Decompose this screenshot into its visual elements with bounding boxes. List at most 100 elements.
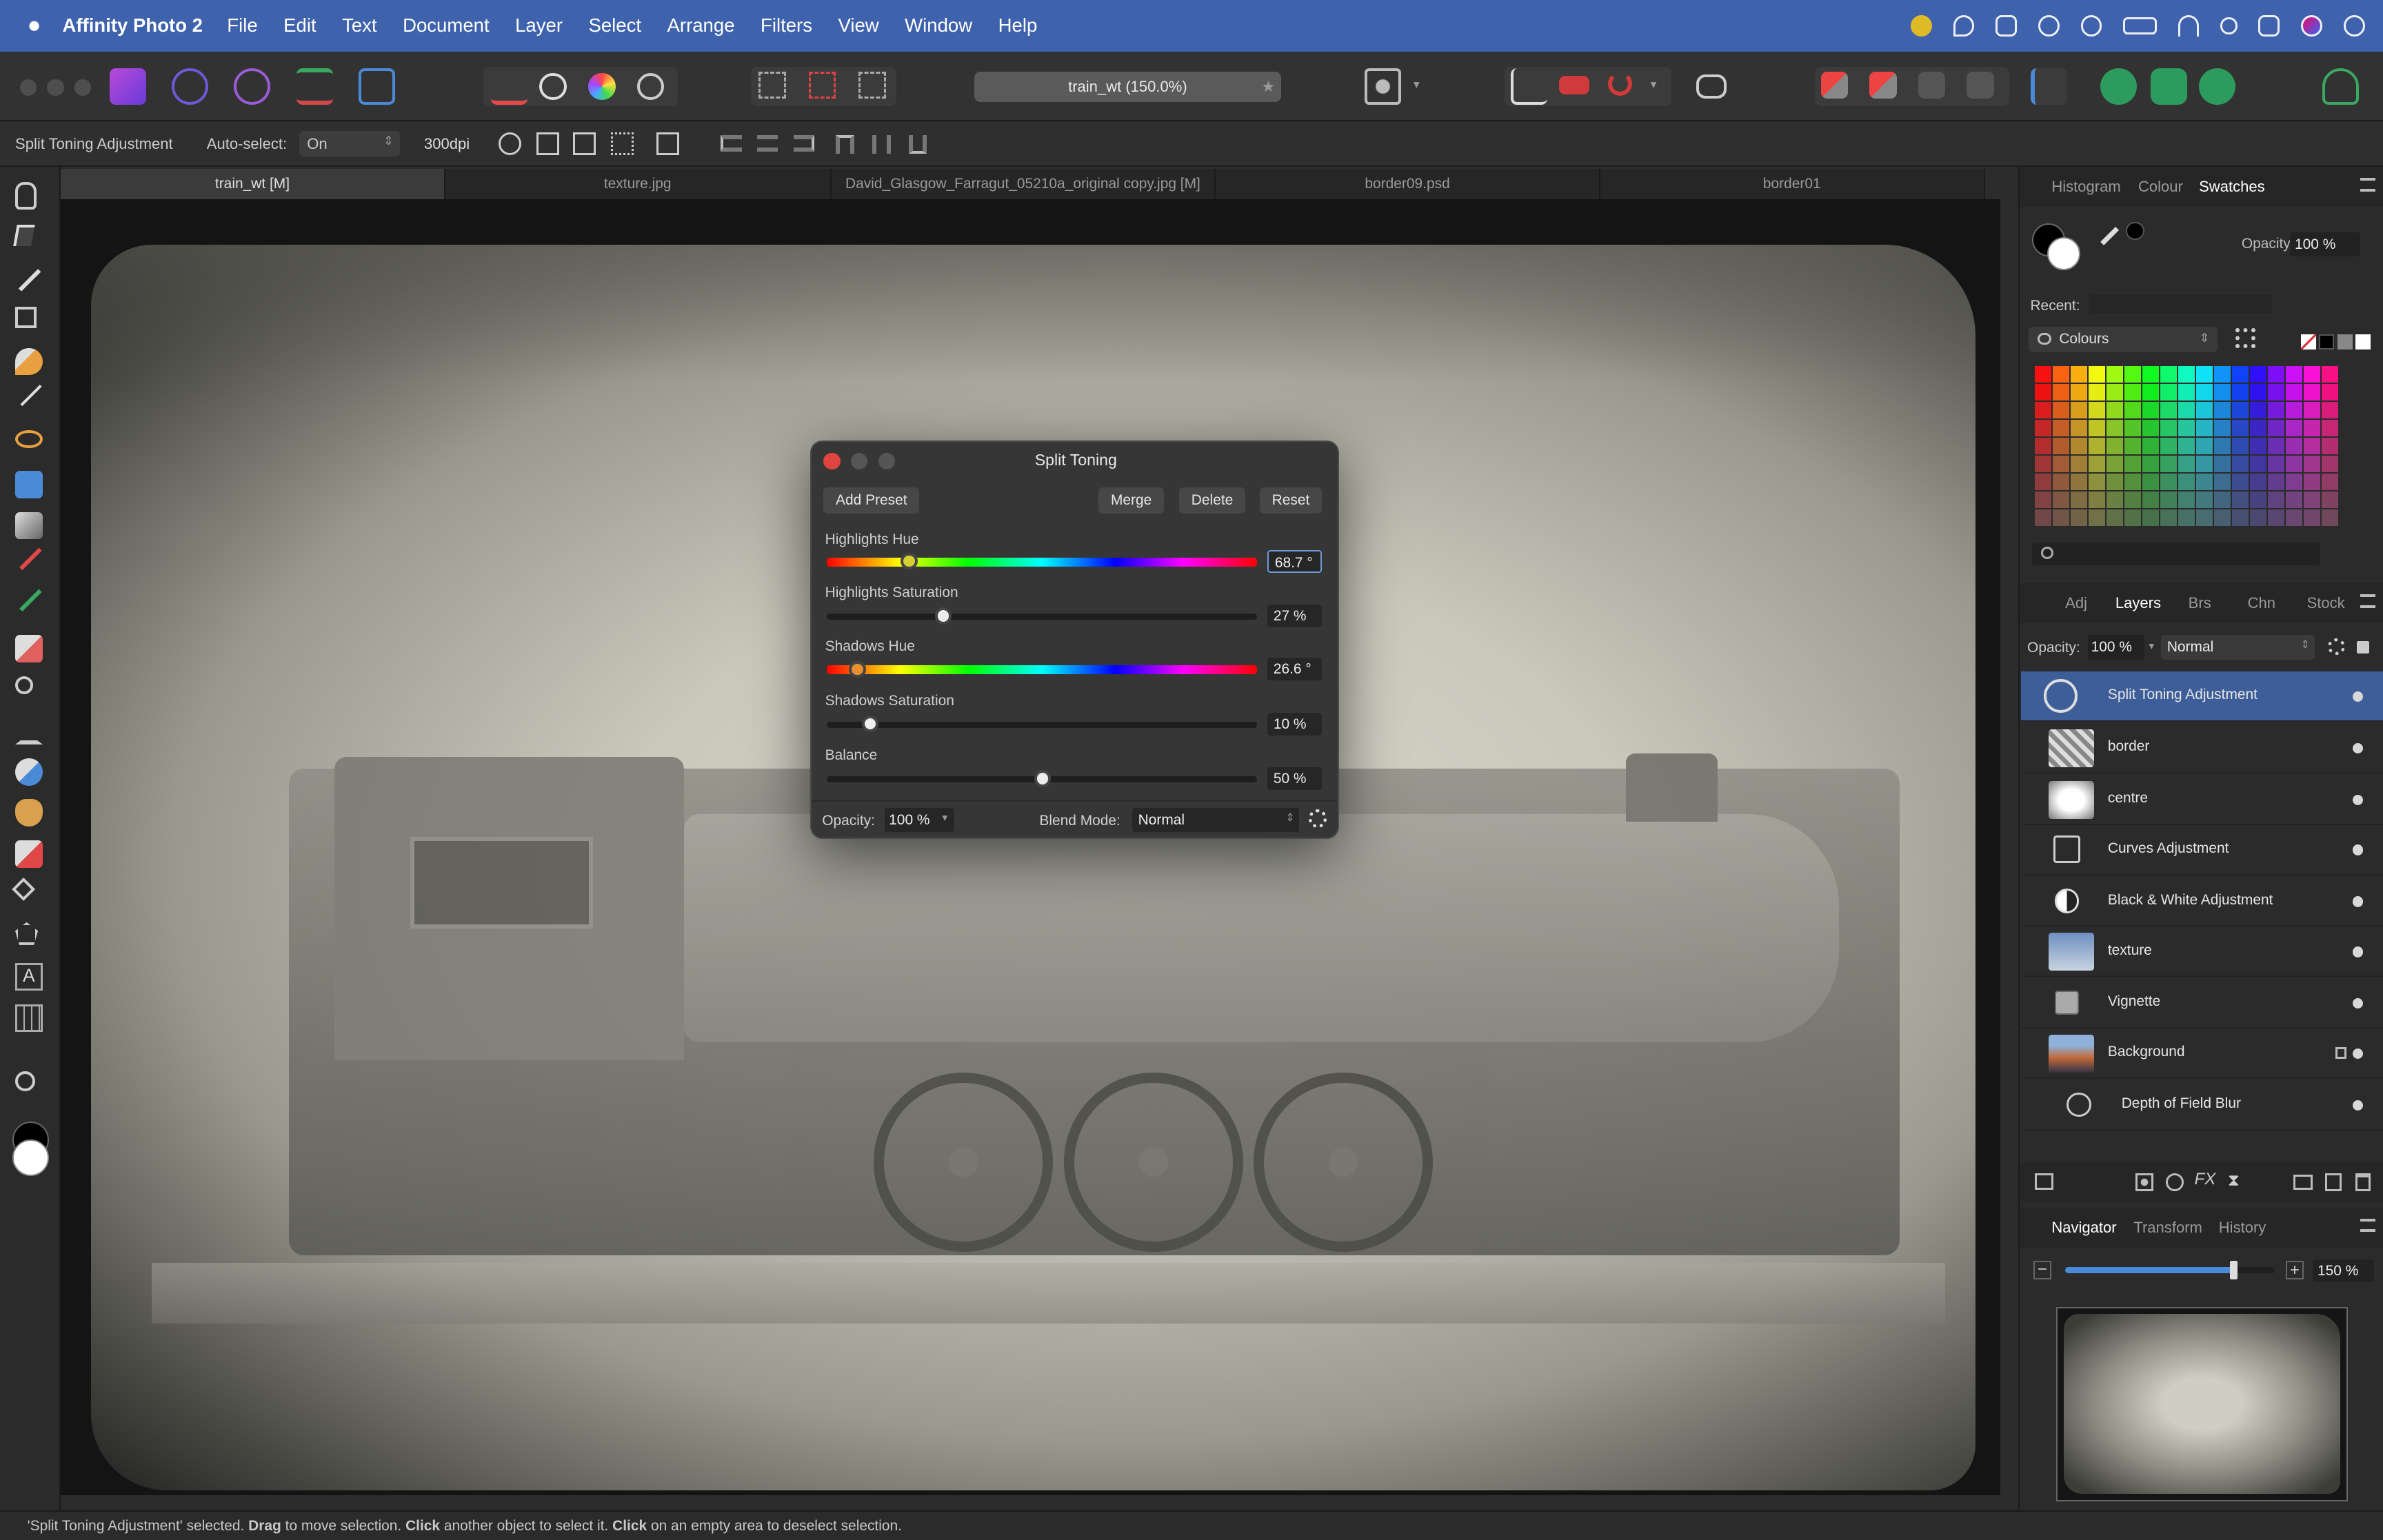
dodge-icon[interactable]	[15, 676, 34, 695]
visibility-toggle[interactable]	[2352, 844, 2364, 855]
colour-swatch[interactable]	[2142, 492, 2160, 509]
lock-icon[interactable]	[2357, 641, 2369, 654]
user-account-icon[interactable]	[2322, 68, 2359, 105]
swatch-opacity-field[interactable]: 100 %	[2290, 232, 2360, 257]
colour-swatch[interactable]	[2322, 492, 2339, 509]
colour-swatch[interactable]	[2160, 492, 2178, 509]
divide-icon[interactable]	[1967, 71, 1994, 99]
text-icon[interactable]: A	[15, 963, 43, 991]
studio-link-icon-2[interactable]	[2150, 68, 2187, 105]
play-icon[interactable]	[2080, 15, 2102, 37]
colour-swatch[interactable]	[2053, 402, 2070, 419]
colour-swatch[interactable]	[2322, 402, 2339, 419]
colour-swatch[interactable]	[2304, 438, 2321, 455]
colour-swatch[interactable]	[2286, 438, 2303, 455]
tab-transform[interactable]: Transform	[2133, 1219, 2202, 1237]
colour-swatch[interactable]	[2107, 474, 2124, 491]
colour-swatch[interactable]	[2196, 384, 2213, 401]
erase-brush-icon[interactable]	[15, 635, 43, 662]
layer-border[interactable]: border	[2021, 723, 2383, 773]
zoom-icon[interactable]	[15, 1071, 35, 1091]
colour-swatch[interactable]	[2304, 509, 2321, 527]
colour-swatch[interactable]	[2107, 366, 2124, 383]
colour-swatch[interactable]	[2178, 492, 2195, 509]
colour-swatch[interactable]	[2142, 402, 2160, 419]
merge-button[interactable]: Merge	[1098, 487, 1164, 514]
flip-icon[interactable]	[572, 132, 596, 155]
colour-swatch[interactable]	[2232, 438, 2249, 455]
menu-view[interactable]: View	[838, 14, 878, 37]
colour-swatch[interactable]	[2053, 474, 2070, 491]
colour-swatch[interactable]	[2268, 492, 2285, 509]
close-window-button[interactable]	[19, 79, 37, 96]
colour-swatch[interactable]	[2160, 474, 2178, 491]
trash-icon[interactable]	[2355, 1173, 2371, 1191]
tab-texture[interactable]: texture.jpg	[445, 168, 832, 199]
autoselect-dropdown[interactable]: On ⇕	[299, 130, 400, 156]
layer-styles-icon[interactable]	[2035, 1173, 2053, 1190]
tab-david-glasgow[interactable]: David_Glasgow_Farragut_05210a_original c…	[832, 168, 1216, 199]
colour-swatch[interactable]	[2089, 384, 2106, 401]
control-center-icon[interactable]	[2258, 15, 2280, 37]
colour-swatch[interactable]	[2322, 456, 2339, 473]
colour-swatch[interactable]	[2196, 492, 2213, 509]
menu-filters[interactable]: Filters	[761, 14, 812, 37]
shadows-saturation-value[interactable]: 10 %	[1267, 712, 1323, 736]
blend-mode-dropdown[interactable]: Normal	[1132, 808, 1300, 833]
layer-curves[interactable]: Curves Adjustment	[2021, 825, 2383, 875]
colour-swatch[interactable]	[2071, 509, 2088, 527]
colour-swatch[interactable]	[2268, 509, 2285, 527]
panel-menu-icon[interactable]	[2360, 1218, 2375, 1233]
mask-icon[interactable]	[2135, 1173, 2153, 1191]
colour-swatch[interactable]	[2286, 384, 2303, 401]
layer-texture[interactable]: texture	[2021, 926, 2383, 977]
wifi-icon[interactable]	[2178, 15, 2200, 37]
hand-icon[interactable]	[15, 182, 37, 210]
highlights-hue-knob[interactable]	[901, 553, 918, 570]
visibility-toggle[interactable]	[2352, 742, 2364, 754]
menu-select[interactable]: Select	[588, 14, 641, 37]
visibility-toggle[interactable]	[2352, 1100, 2364, 1111]
layer-vignette[interactable]: Vignette	[2021, 978, 2383, 1029]
menu-text[interactable]: Text	[342, 14, 377, 37]
paint-brush-icon[interactable]	[16, 545, 42, 571]
tab-layers[interactable]: Layers	[2115, 594, 2161, 612]
colour-swatch[interactable]	[2142, 366, 2160, 383]
colour-swatch[interactable]	[2286, 366, 2303, 383]
battery-icon[interactable]	[2123, 17, 2157, 34]
colour-swatch[interactable]	[2268, 366, 2285, 383]
menu-edit[interactable]: Edit	[283, 14, 316, 37]
menu-window[interactable]: Window	[905, 14, 972, 37]
colour-swatch[interactable]	[2250, 384, 2267, 401]
colour-swatch[interactable]	[2035, 384, 2052, 401]
colour-swatch[interactable]	[2160, 456, 2178, 473]
colour-swatch[interactable]	[2250, 492, 2267, 509]
zoom-in-button[interactable]: +	[2285, 1261, 2304, 1279]
colour-swatch[interactable]	[2196, 509, 2213, 527]
colour-swatch[interactable]	[2107, 456, 2124, 473]
colour-swatch[interactable]	[2304, 492, 2321, 509]
colour-swatch[interactable]	[2071, 366, 2088, 383]
freehand-selection-icon[interactable]	[15, 429, 43, 449]
colour-swatch[interactable]	[2322, 438, 2339, 455]
menu-arrange[interactable]: Arrange	[667, 14, 735, 37]
studio-link-icon-1[interactable]	[2100, 68, 2137, 105]
zoom-out-button[interactable]: −	[2033, 1261, 2052, 1279]
colour-swatch[interactable]	[2322, 420, 2339, 437]
colour-swatch[interactable]	[2268, 438, 2285, 455]
develop-persona-icon[interactable]	[234, 68, 271, 105]
chevron-down-icon[interactable]: ▾	[1414, 77, 1420, 92]
colour-swatch[interactable]	[2214, 509, 2231, 527]
highlights-hue-value[interactable]: 68.7 °	[1267, 549, 1323, 573]
colour-swatch[interactable]	[2250, 456, 2267, 473]
menu-help[interactable]: Help	[998, 14, 1038, 37]
colour-swatch[interactable]	[2107, 402, 2124, 419]
location-icon[interactable]	[1953, 15, 1975, 37]
visibility-toggle[interactable]	[2352, 794, 2364, 806]
colour-swatch[interactable]	[2089, 366, 2106, 383]
layer-centre[interactable]: centre	[2021, 775, 2383, 825]
star-icon[interactable]: ★	[1261, 78, 1275, 96]
healing-icon[interactable]	[15, 758, 43, 786]
add-preset-button[interactable]: Add Preset	[823, 487, 920, 514]
layer-depth-of-field[interactable]: Depth of Field Blur	[2021, 1080, 2383, 1131]
